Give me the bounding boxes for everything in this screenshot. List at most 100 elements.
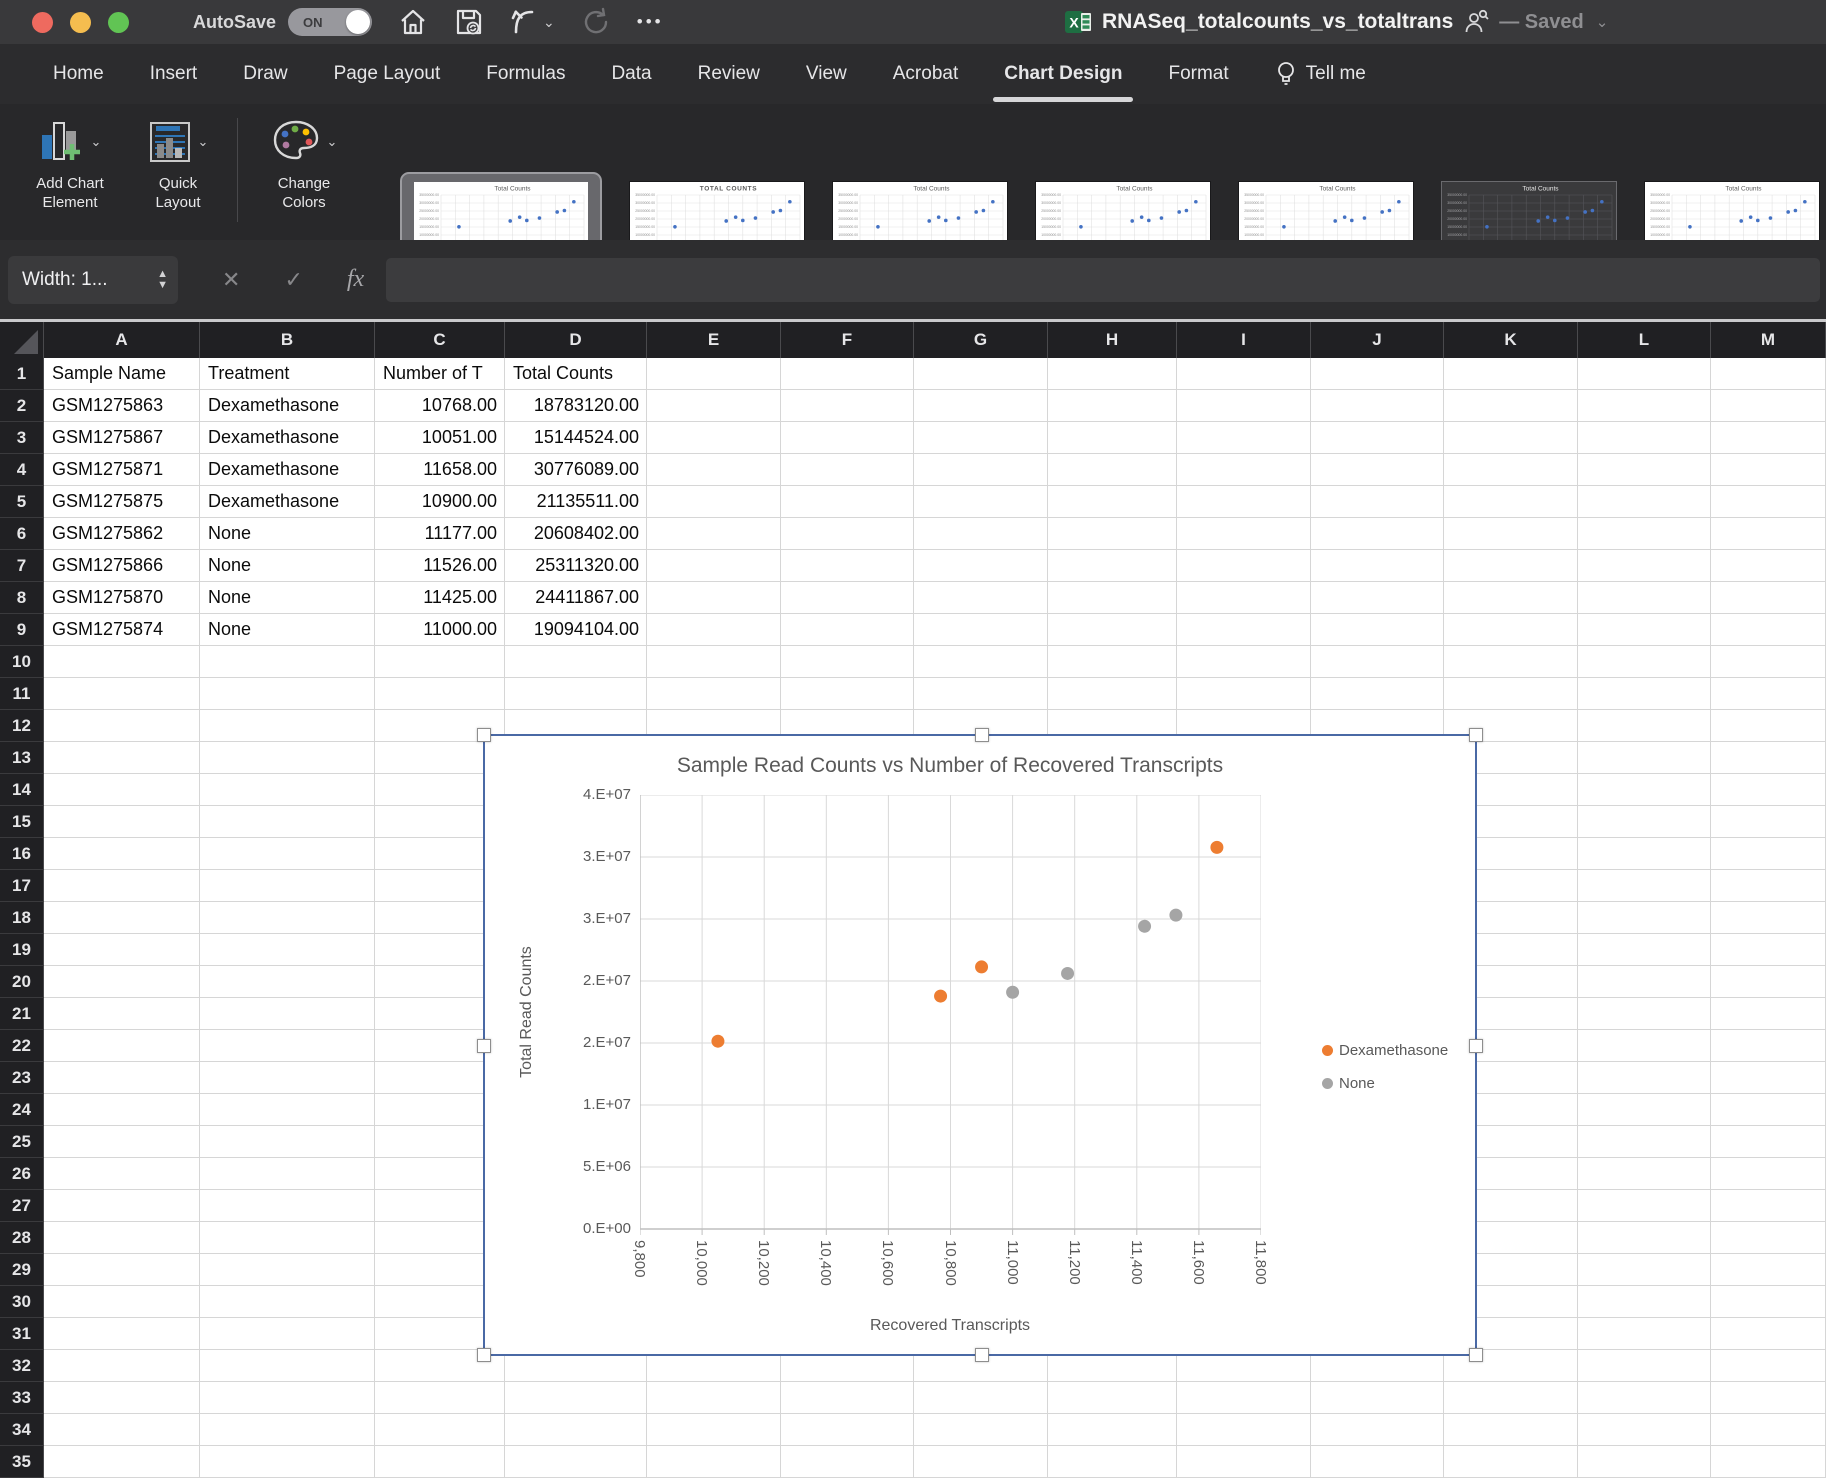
cell-F34[interactable] xyxy=(781,1414,914,1446)
cell-A32[interactable] xyxy=(44,1350,200,1382)
tab-page-layout[interactable]: Page Layout xyxy=(311,44,464,104)
cell-A15[interactable] xyxy=(44,806,200,838)
cell-L17[interactable] xyxy=(1578,870,1711,902)
cell-M8[interactable] xyxy=(1711,582,1826,614)
cell-M1[interactable] xyxy=(1711,358,1826,390)
cell-B33[interactable] xyxy=(200,1382,375,1414)
cell-L11[interactable] xyxy=(1578,678,1711,710)
document-title[interactable]: RNASeq_totalcounts_vs_totaltrans xyxy=(1102,10,1453,34)
tab-review[interactable]: Review xyxy=(675,44,783,104)
cell-K9[interactable] xyxy=(1444,614,1578,646)
tab-acrobat[interactable]: Acrobat xyxy=(870,44,981,104)
chart-legend[interactable]: DexamethasoneNone xyxy=(1322,1042,1448,1092)
chart-resize-handle[interactable] xyxy=(1469,1039,1483,1053)
cell-B17[interactable] xyxy=(200,870,375,902)
cell-J35[interactable] xyxy=(1311,1446,1444,1478)
cell-M28[interactable] xyxy=(1711,1222,1826,1254)
column-header-D[interactable]: D xyxy=(505,322,647,358)
cancel-icon[interactable]: ✕ xyxy=(222,267,240,293)
cell-C8[interactable]: 11425.00 xyxy=(375,582,505,614)
cell-D11[interactable] xyxy=(505,678,647,710)
cell-I4[interactable] xyxy=(1177,454,1311,486)
cell-A31[interactable] xyxy=(44,1318,200,1350)
cell-F4[interactable] xyxy=(781,454,914,486)
cell-L31[interactable] xyxy=(1578,1318,1711,1350)
tab-format[interactable]: Format xyxy=(1145,44,1251,104)
share-person-icon[interactable] xyxy=(1463,9,1489,35)
row-header-4[interactable]: 4 xyxy=(0,454,44,486)
tab-tell-me[interactable]: Tell me xyxy=(1252,44,1389,104)
formula-input[interactable] xyxy=(386,258,1820,302)
cell-L4[interactable] xyxy=(1578,454,1711,486)
cell-G2[interactable] xyxy=(914,390,1048,422)
cell-A7[interactable]: GSM1275866 xyxy=(44,550,200,582)
row-header-12[interactable]: 12 xyxy=(0,710,44,742)
cell-B16[interactable] xyxy=(200,838,375,870)
cell-J34[interactable] xyxy=(1311,1414,1444,1446)
cell-E33[interactable] xyxy=(647,1382,781,1414)
cell-E2[interactable] xyxy=(647,390,781,422)
cell-G11[interactable] xyxy=(914,678,1048,710)
cell-F8[interactable] xyxy=(781,582,914,614)
column-header-L[interactable]: L xyxy=(1578,322,1711,358)
cell-M7[interactable] xyxy=(1711,550,1826,582)
row-header-2[interactable]: 2 xyxy=(0,390,44,422)
cell-D33[interactable] xyxy=(505,1382,647,1414)
cell-A6[interactable]: GSM1275862 xyxy=(44,518,200,550)
cell-A2[interactable]: GSM1275863 xyxy=(44,390,200,422)
row-header-18[interactable]: 18 xyxy=(0,902,44,934)
cell-L29[interactable] xyxy=(1578,1254,1711,1286)
cell-M23[interactable] xyxy=(1711,1062,1826,1094)
cell-B26[interactable] xyxy=(200,1158,375,1190)
cell-D34[interactable] xyxy=(505,1414,647,1446)
cell-E3[interactable] xyxy=(647,422,781,454)
cell-K3[interactable] xyxy=(1444,422,1578,454)
autosave-toggle[interactable]: ON xyxy=(288,8,372,36)
cell-M15[interactable] xyxy=(1711,806,1826,838)
column-header-K[interactable]: K xyxy=(1444,322,1578,358)
cell-L2[interactable] xyxy=(1578,390,1711,422)
cell-M3[interactable] xyxy=(1711,422,1826,454)
cell-A21[interactable] xyxy=(44,998,200,1030)
cell-K33[interactable] xyxy=(1444,1382,1578,1414)
row-header-33[interactable]: 33 xyxy=(0,1382,44,1414)
more-commands-icon[interactable]: ••• xyxy=(637,12,664,32)
cell-M35[interactable] xyxy=(1711,1446,1826,1478)
cell-A14[interactable] xyxy=(44,774,200,806)
cell-I3[interactable] xyxy=(1177,422,1311,454)
cell-A11[interactable] xyxy=(44,678,200,710)
cell-C35[interactable] xyxy=(375,1446,505,1478)
cell-L34[interactable] xyxy=(1578,1414,1711,1446)
add-chart-element-button[interactable]: ⌄ Add ChartElement xyxy=(18,114,122,212)
cell-B25[interactable] xyxy=(200,1126,375,1158)
cell-D1[interactable]: Total Counts xyxy=(505,358,647,390)
cell-L12[interactable] xyxy=(1578,710,1711,742)
cell-A5[interactable]: GSM1275875 xyxy=(44,486,200,518)
cell-C9[interactable]: 11000.00 xyxy=(375,614,505,646)
cell-K10[interactable] xyxy=(1444,646,1578,678)
cell-C11[interactable] xyxy=(375,678,505,710)
cell-M19[interactable] xyxy=(1711,934,1826,966)
cell-A26[interactable] xyxy=(44,1158,200,1190)
cell-A16[interactable] xyxy=(44,838,200,870)
cell-I6[interactable] xyxy=(1177,518,1311,550)
undo-dropdown-chevron-icon[interactable]: ⌄ xyxy=(543,14,555,31)
cell-B14[interactable] xyxy=(200,774,375,806)
cell-B27[interactable] xyxy=(200,1190,375,1222)
cell-L10[interactable] xyxy=(1578,646,1711,678)
cell-B3[interactable]: Dexamethasone xyxy=(200,422,375,454)
cell-B18[interactable] xyxy=(200,902,375,934)
cell-E5[interactable] xyxy=(647,486,781,518)
row-header-21[interactable]: 21 xyxy=(0,998,44,1030)
column-header-C[interactable]: C xyxy=(375,322,505,358)
cell-M25[interactable] xyxy=(1711,1126,1826,1158)
cell-L7[interactable] xyxy=(1578,550,1711,582)
cell-A4[interactable]: GSM1275871 xyxy=(44,454,200,486)
cell-L23[interactable] xyxy=(1578,1062,1711,1094)
row-header-15[interactable]: 15 xyxy=(0,806,44,838)
cell-F7[interactable] xyxy=(781,550,914,582)
cell-M11[interactable] xyxy=(1711,678,1826,710)
cell-G9[interactable] xyxy=(914,614,1048,646)
row-header-9[interactable]: 9 xyxy=(0,614,44,646)
cell-C3[interactable]: 10051.00 xyxy=(375,422,505,454)
